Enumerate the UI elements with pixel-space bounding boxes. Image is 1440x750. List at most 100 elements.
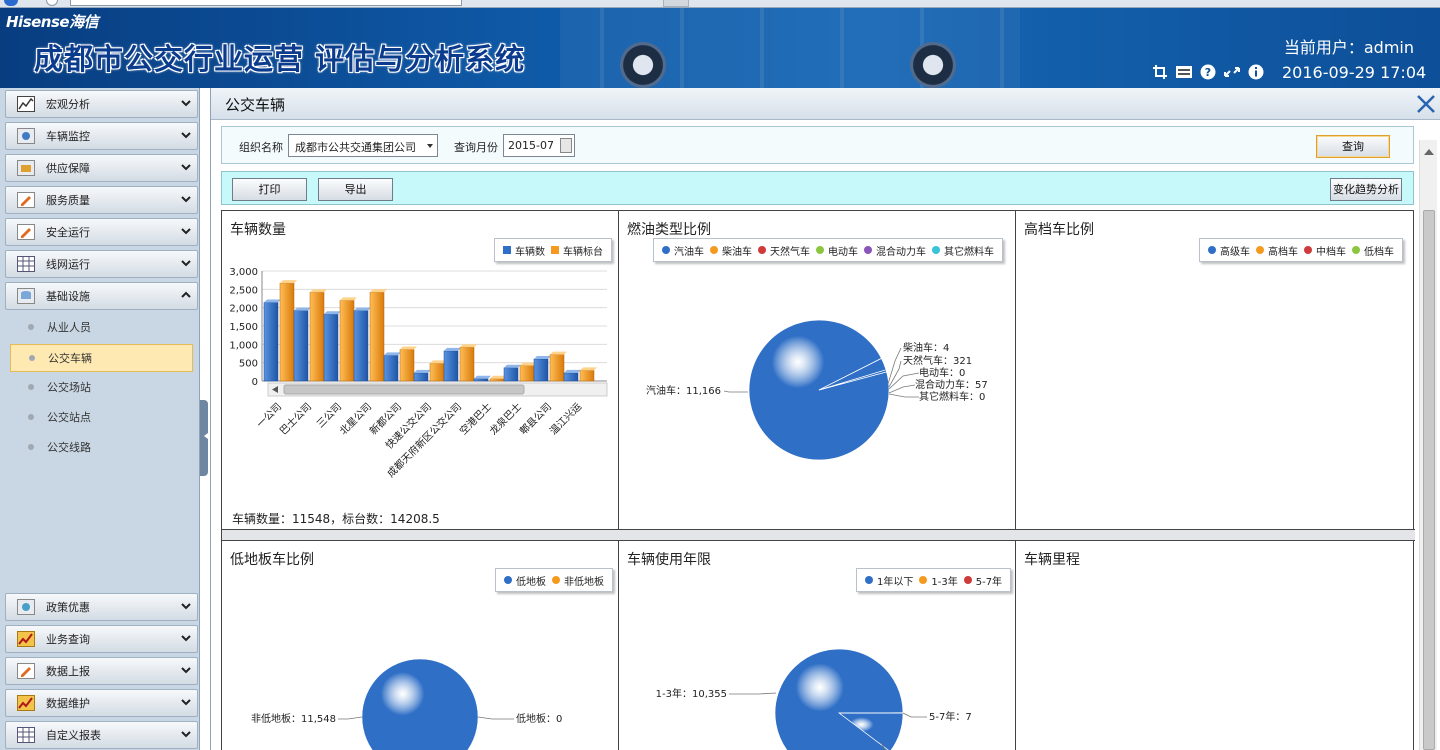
sidebar-item-stops[interactable]: 公交站点 (10, 403, 193, 431)
print-button[interactable]: 打印 (232, 178, 307, 201)
pie-leader-line (338, 716, 363, 720)
sidebar-section-label: 线网运行 (46, 258, 90, 271)
header-tools: ? (1152, 64, 1264, 80)
sidebar-item-staff[interactable]: 从业人员 (10, 313, 193, 341)
sidebar-section-service[interactable]: 服务质量 (5, 186, 198, 214)
pie-slice (361, 658, 479, 750)
sidebar-section-network[interactable]: 线网运行 (5, 250, 198, 278)
crop-icon[interactable] (1152, 64, 1168, 80)
sidebar-section-query[interactable]: 业务查询 (5, 625, 198, 653)
calendar-icon[interactable] (560, 138, 572, 153)
bar-vehicles-top (294, 307, 311, 311)
pie-leader-line (888, 393, 919, 398)
sidebar-section-label: 安全运行 (46, 226, 90, 239)
y-tick-label: 2,000 (229, 304, 258, 315)
sidebar-section-safety[interactable]: 安全运行 (5, 218, 198, 246)
sidebar-item-buses[interactable]: 公交车辆 (10, 344, 193, 372)
browser-refresh-icon[interactable] (46, 0, 58, 6)
edit-icon (16, 662, 36, 680)
scroll-thumb[interactable] (1423, 210, 1435, 750)
bar-vehicles (263, 302, 279, 382)
sidebar-section-label: 宏观分析 (46, 98, 90, 111)
bar-standard (429, 363, 445, 382)
grade-panel: 高档车比例 高级车 高档车 中档车 低档车 (1016, 211, 1413, 529)
x-tick-label: 一公司 (255, 401, 284, 430)
sidebar-item-lines[interactable]: 公交线路 (10, 433, 193, 461)
org-select[interactable]: 成都市公共交通集团公司 (288, 134, 438, 157)
sidebar-section-infrastructure[interactable]: 基础设施 (5, 282, 198, 310)
trend-analysis-button[interactable]: 变化趋势分析 (1330, 178, 1402, 201)
sidebar-collapse-handle[interactable] (200, 400, 208, 476)
chart-icon (16, 694, 36, 712)
sidebar-section-label: 基础设施 (46, 290, 90, 303)
resize-icon[interactable] (1223, 64, 1241, 80)
browser-back-icon[interactable] (4, 0, 18, 6)
dropdown-arrow-icon (427, 144, 433, 151)
action-toolbar: 打印 导出 变化趋势分析 (221, 171, 1414, 205)
vertical-scrollbar[interactable] (1419, 140, 1437, 750)
query-button[interactable]: 查询 (1316, 135, 1390, 158)
low-floor-pie: 低地板：0 非低地板：11,548 (251, 658, 562, 750)
sidebar-section-supply[interactable]: 供应保障 (5, 154, 198, 182)
month-label: 查询月份 (454, 141, 498, 154)
sidebar-item-depots[interactable]: 公交场站 (10, 373, 193, 401)
pie-data-label: 汽油车：11,166 (646, 384, 721, 397)
service-years-panel: 车辆使用年限 1年以下 1-3年 5-7年 1年以下：1,1861-3年：10,… (619, 541, 1016, 750)
y-tick-label: 500 (239, 359, 258, 370)
fuel-type-panel: 燃油类型比例 汽油车 柴油车 天然气车 电动车 混合动力车 其它燃料车 汽油车：… (619, 211, 1016, 529)
table-icon (16, 726, 36, 744)
bar-vehicles (383, 355, 399, 382)
bar-standard-top (400, 346, 417, 350)
grade-legend: 高级车 高档车 中档车 低档车 (1199, 238, 1403, 262)
x-tick-label: 巴士公司 (277, 400, 314, 437)
bar-standard-top (460, 344, 477, 348)
sidebar-section-label: 服务质量 (46, 194, 90, 207)
browser-address-field[interactable] (70, 0, 462, 6)
keyboard-icon[interactable] (1175, 64, 1193, 80)
bar-vehicles (443, 350, 459, 382)
legend-item: 高级车 (1208, 243, 1250, 258)
scroll-up-icon[interactable] (1424, 144, 1434, 155)
sidebar-section-report[interactable]: 数据上报 (5, 657, 198, 685)
app-header: Hisense海信 成都市公交行业运营 评估与分析系统 当前用户：admin ?… (0, 8, 1440, 88)
bar-vehicles (473, 378, 489, 382)
pie-data-label: 非低地板：11,548 (251, 712, 336, 725)
bar-vehicles-top (354, 307, 371, 311)
bus-wheel-decoration (620, 42, 666, 88)
close-icon[interactable] (1415, 93, 1437, 115)
bus-wheel-decoration (910, 42, 956, 88)
month-input[interactable]: 2015-07 (503, 134, 575, 157)
org-label: 组织名称 (239, 141, 283, 154)
chevron-down-icon (181, 164, 191, 171)
bar-standard-top (280, 280, 297, 284)
bar-standard (339, 300, 355, 382)
header-datetime: 2016-09-29 17:04 (1282, 63, 1427, 82)
bar-standard (519, 365, 535, 382)
month-input-value: 2015-07 (508, 139, 554, 152)
sidebar: 宏观分析 车辆监控 供应保障 服务质量 安全运行 线网运行 基础设施 从业人员 … (0, 88, 200, 750)
help-icon[interactable]: ? (1200, 64, 1216, 80)
sidebar-section-macro[interactable]: 宏观分析 (5, 90, 198, 118)
bar-vehicles (563, 372, 579, 382)
legend-swatch (1208, 246, 1216, 254)
mileage-panel: 车辆里程 (1016, 541, 1413, 750)
legend-item: 低档车 (1352, 243, 1394, 258)
sidebar-item-label: 公交场站 (47, 381, 91, 394)
browser-tab-button[interactable] (663, 0, 689, 7)
page-title-bar: 公交车辆 (211, 88, 1440, 120)
sidebar-section-monitor[interactable]: 车辆监控 (5, 122, 198, 150)
legend-item: 中档车 (1304, 243, 1346, 258)
bullet-icon (28, 414, 34, 420)
chevron-down-icon (181, 667, 191, 674)
bar-standard (399, 349, 415, 382)
x-tick-label: 三公司 (315, 401, 344, 430)
sidebar-item-label: 从业人员 (47, 321, 91, 334)
info-icon[interactable] (1248, 64, 1264, 80)
sidebar-section-custom-report[interactable]: 自定义报表 (5, 721, 198, 749)
main-panel: 公交车辆 组织名称 成都市公共交通集团公司 查询月份 2015-07 查询 打印… (210, 88, 1440, 750)
bar-vehicles-top (474, 375, 491, 379)
sidebar-section-maintenance[interactable]: 数据维护 (5, 689, 198, 717)
bar-vehicles-top (384, 352, 401, 356)
sidebar-section-policy[interactable]: 政策优惠 (5, 593, 198, 621)
export-button[interactable]: 导出 (318, 178, 393, 201)
